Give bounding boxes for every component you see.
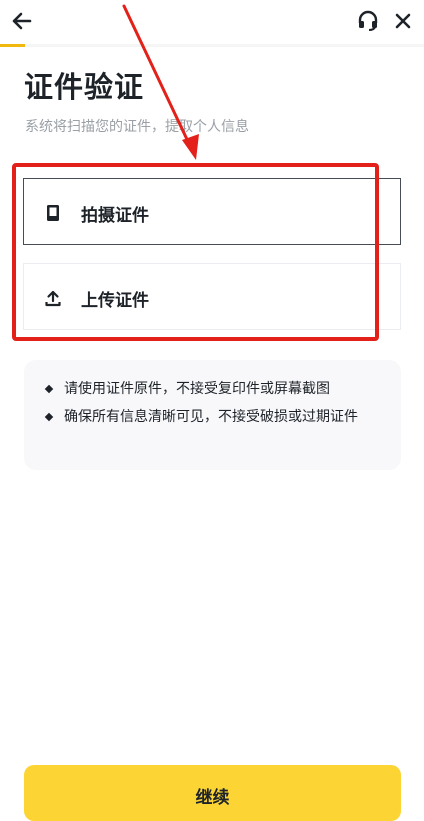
take-photo-label: 拍摄证件 xyxy=(81,206,149,226)
page-title: 证件验证 xyxy=(24,70,145,104)
support-button[interactable] xyxy=(356,9,380,33)
continue-button[interactable]: 继续 xyxy=(24,765,401,821)
headset-icon xyxy=(358,10,378,31)
take-photo-option[interactable]: 拍摄证件 xyxy=(23,178,401,245)
close-icon xyxy=(395,13,411,29)
tip-text: 确保所有信息清晰可见，不接受破损或过期证件 xyxy=(64,409,358,425)
progress-fill xyxy=(0,44,26,47)
close-button[interactable] xyxy=(391,9,415,33)
back-button[interactable] xyxy=(8,8,36,34)
upload-document-option[interactable]: 上传证件 xyxy=(23,263,401,330)
tip-item: 确保所有信息清晰可见，不接受破损或过期证件 xyxy=(44,406,380,428)
phone-camera-icon xyxy=(47,205,59,221)
continue-label: 继续 xyxy=(195,788,230,808)
tips-box: 请使用证件原件，不接受复印件或屏幕截图 确保所有信息清晰可见，不接受破损或过期证… xyxy=(24,360,401,470)
top-bar xyxy=(0,0,424,44)
tip-text: 请使用证件原件，不接受复印件或屏幕截图 xyxy=(64,381,330,397)
arrow-left-icon xyxy=(12,12,32,30)
upload-document-label: 上传证件 xyxy=(81,291,149,311)
page-subtitle: 系统将扫描您的证件，提取个人信息 xyxy=(25,119,249,135)
progress-bar xyxy=(0,44,424,47)
tip-item: 请使用证件原件，不接受复印件或屏幕截图 xyxy=(44,378,380,400)
upload-icon xyxy=(45,290,61,307)
